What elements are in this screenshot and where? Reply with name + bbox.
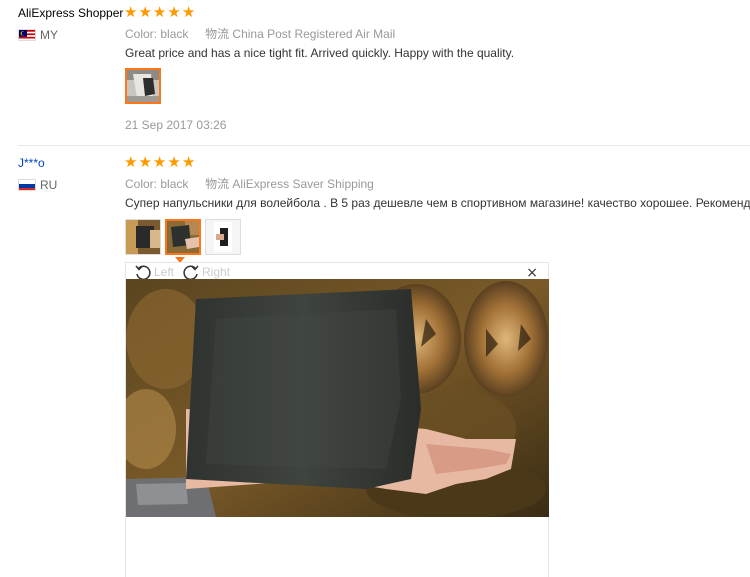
reviewer-country: MY: [18, 28, 58, 42]
photo-viewer: Left Right ×: [125, 262, 549, 577]
star-icon: ★: [181, 153, 196, 171]
shipping-label: 物流: [205, 177, 230, 191]
country-code: RU: [40, 178, 58, 192]
review-item-2: J***o RU ★ ★ ★ ★ ★ Color: black 物流 AliEx…: [0, 148, 750, 577]
review-photos: [125, 219, 241, 255]
rotate-right-label: Right: [202, 265, 231, 279]
malaysia-flag-icon: [18, 29, 36, 41]
rotate-left-label: Left: [154, 265, 175, 279]
color-label: Color:: [125, 27, 158, 41]
review-photo-thumb[interactable]: [205, 219, 241, 255]
star-icon: ★: [138, 153, 152, 171]
color-value: black: [160, 177, 189, 191]
rating-stars: ★ ★ ★ ★ ★: [124, 5, 195, 20]
review-item-1: AliExpress Shopper MY ★ ★ ★ ★ ★ Color: b…: [0, 0, 750, 145]
review-photo-thumb[interactable]: [125, 68, 161, 104]
shipping-value: China Post Registered Air Mail: [232, 27, 396, 41]
star-icon: ★: [124, 153, 138, 171]
star-icon: ★: [167, 153, 181, 171]
review-photo-thumb[interactable]: [125, 219, 161, 255]
review-divider: [18, 145, 750, 146]
reviewer-name: AliExpress Shopper: [18, 6, 124, 20]
review-text: Great price and has a nice tight fit. Ar…: [125, 46, 515, 60]
review-photos: [125, 68, 161, 104]
country-code: MY: [40, 28, 58, 42]
russia-flag-icon: [18, 179, 36, 191]
shipping-label: 物流: [205, 27, 230, 41]
reviewer-name[interactable]: J***o: [18, 156, 45, 170]
star-icon: ★: [167, 3, 181, 21]
review-photo-thumb[interactable]: [165, 219, 201, 255]
reviewer-country: RU: [18, 178, 57, 192]
star-icon: ★: [138, 3, 152, 21]
rating-stars: ★ ★ ★ ★ ★: [124, 155, 195, 170]
color-label: Color:: [125, 177, 158, 191]
star-icon: ★: [181, 3, 196, 21]
star-icon: ★: [124, 3, 138, 21]
shipping-value: AliExpress Saver Shipping: [232, 177, 374, 191]
review-text: Супер напульсники для волейбола . В 5 ра…: [125, 196, 750, 210]
star-icon: ★: [152, 3, 167, 21]
order-info: Color: black 物流 China Post Registered Ai…: [125, 25, 395, 42]
review-photo-large: [126, 279, 549, 517]
star-icon: ★: [152, 153, 167, 171]
review-date: 21 Sep 2017 03:26: [125, 118, 227, 132]
order-info: Color: black 物流 AliExpress Saver Shippin…: [125, 175, 374, 192]
color-value: black: [160, 27, 189, 41]
